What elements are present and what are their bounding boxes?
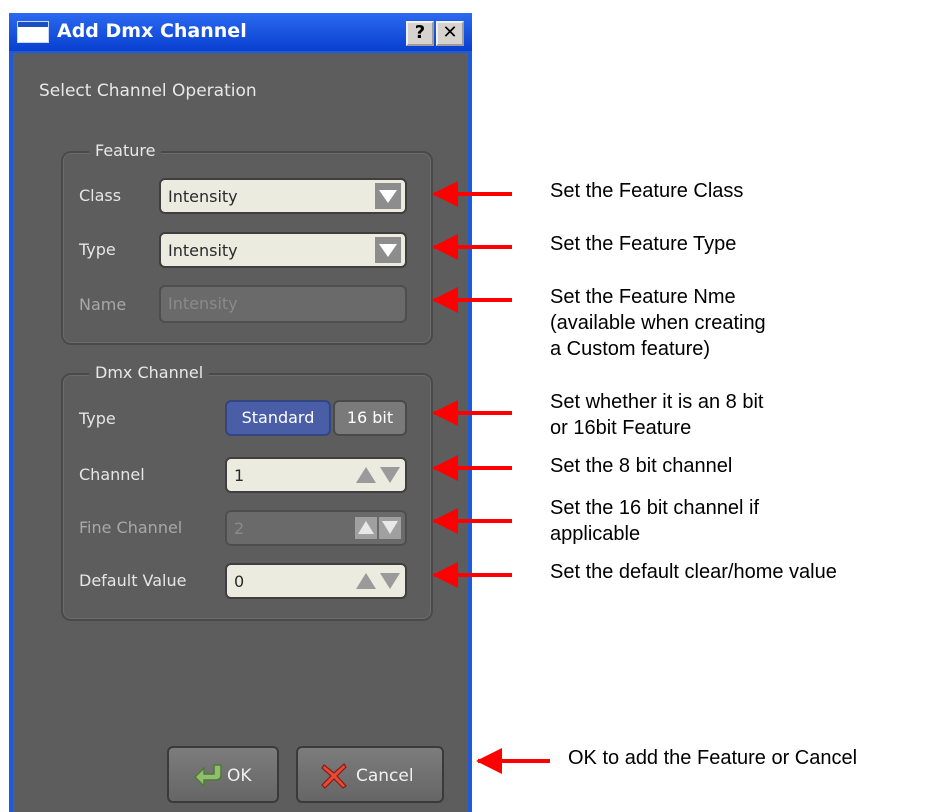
increment-icon[interactable]: [355, 570, 377, 592]
name-label: Name: [79, 295, 127, 314]
class-dropdown[interactable]: Intensity: [159, 178, 407, 214]
annotation-bit-type-line-1: Set whether it is an 8 bit: [550, 391, 764, 413]
annotation-arrow-fine-channel: [432, 508, 512, 534]
annotation-type: Set the Feature Type: [550, 233, 737, 255]
16-bit-toggle[interactable]: 16 bit: [333, 400, 407, 436]
fine-channel-stepper[interactable]: 2: [225, 510, 407, 546]
annotation-fine-channel: Set the 16 bit channel if applicable: [550, 495, 759, 547]
close-button[interactable]: ✕: [436, 21, 464, 46]
class-label: Class: [79, 186, 122, 205]
annotation-arrow-name: [432, 287, 512, 313]
increment-icon[interactable]: [355, 464, 377, 486]
annotation-arrow-channel: [432, 455, 512, 481]
annotation-class: Set the Feature Class: [550, 180, 744, 202]
feature-group-label: Feature: [89, 141, 162, 160]
channel-stepper[interactable]: 1: [225, 457, 407, 493]
bit-type-label: Type: [79, 409, 116, 428]
fine-channel-label: Fine Channel: [79, 518, 183, 537]
decrement-icon[interactable]: [379, 464, 401, 486]
chevron-down-icon[interactable]: [375, 183, 401, 209]
annotation-arrow-default-value: [432, 562, 512, 588]
annotation-name-line-1: Set the Feature Nme: [550, 286, 736, 308]
add-dmx-channel-dialog: Add Dmx Channel ? ✕ Select Channel Opera…: [9, 13, 472, 812]
window-title: Add Dmx Channel: [57, 20, 247, 42]
annotation-bit-type: Set whether it is an 8 bit or 16bit Feat…: [550, 389, 763, 441]
dialog-body: Select Channel Operation Feature Class I…: [13, 53, 468, 812]
annotation-buttons: OK to add the Feature or Cancel: [568, 747, 858, 769]
cancel-x-icon: [320, 762, 348, 795]
annotation-default-value: Set the default clear/home value: [550, 561, 837, 583]
annotation-channel: Set the 8 bit channel: [550, 455, 733, 477]
annotation-name: Set the Feature Nme (available when crea…: [550, 284, 766, 362]
annotation-name-line-3: a Custom feature): [550, 338, 711, 360]
annotation-arrow-buttons: [476, 748, 550, 774]
increment-icon[interactable]: [355, 517, 377, 539]
channel-value: 1: [234, 466, 245, 485]
dialog-subtitle: Select Channel Operation: [39, 81, 257, 101]
channel-label: Channel: [79, 465, 145, 484]
class-value: Intensity: [168, 187, 238, 206]
ok-button[interactable]: OK: [167, 746, 279, 803]
annotation-arrow-type: [432, 234, 512, 260]
title-bar[interactable]: Add Dmx Channel ? ✕: [9, 13, 472, 51]
decrement-icon[interactable]: [379, 517, 401, 539]
chevron-down-icon[interactable]: [375, 237, 401, 263]
name-placeholder: Intensity: [168, 294, 238, 313]
type-label: Type: [79, 240, 116, 259]
annotation-arrow-bit-type: [432, 400, 512, 426]
window-icon: [17, 21, 49, 43]
cancel-button[interactable]: Cancel: [296, 746, 444, 803]
default-value-value: 0: [234, 572, 245, 591]
type-dropdown[interactable]: Intensity: [159, 232, 407, 268]
annotation-bit-type-line-2: or 16bit Feature: [550, 417, 692, 439]
name-field[interactable]: Intensity: [159, 285, 407, 323]
standard-toggle[interactable]: Standard: [225, 400, 331, 436]
annotation-name-line-2: (available when creating: [550, 312, 766, 334]
fine-channel-value: 2: [234, 519, 245, 538]
ok-label: OK: [227, 766, 252, 786]
dmx-channel-group-label: Dmx Channel: [89, 363, 210, 382]
help-button[interactable]: ?: [406, 21, 434, 46]
type-value: Intensity: [168, 241, 238, 260]
annotation-fine-channel-line-2: applicable: [550, 523, 641, 545]
default-value-stepper[interactable]: 0: [225, 563, 407, 599]
annotation-arrow-class: [432, 181, 512, 207]
cancel-label: Cancel: [356, 766, 414, 786]
default-value-label: Default Value: [79, 571, 187, 590]
decrement-icon[interactable]: [379, 570, 401, 592]
ok-arrow-icon: [193, 762, 223, 793]
annotation-fine-channel-line-1: Set the 16 bit channel if: [550, 497, 760, 519]
